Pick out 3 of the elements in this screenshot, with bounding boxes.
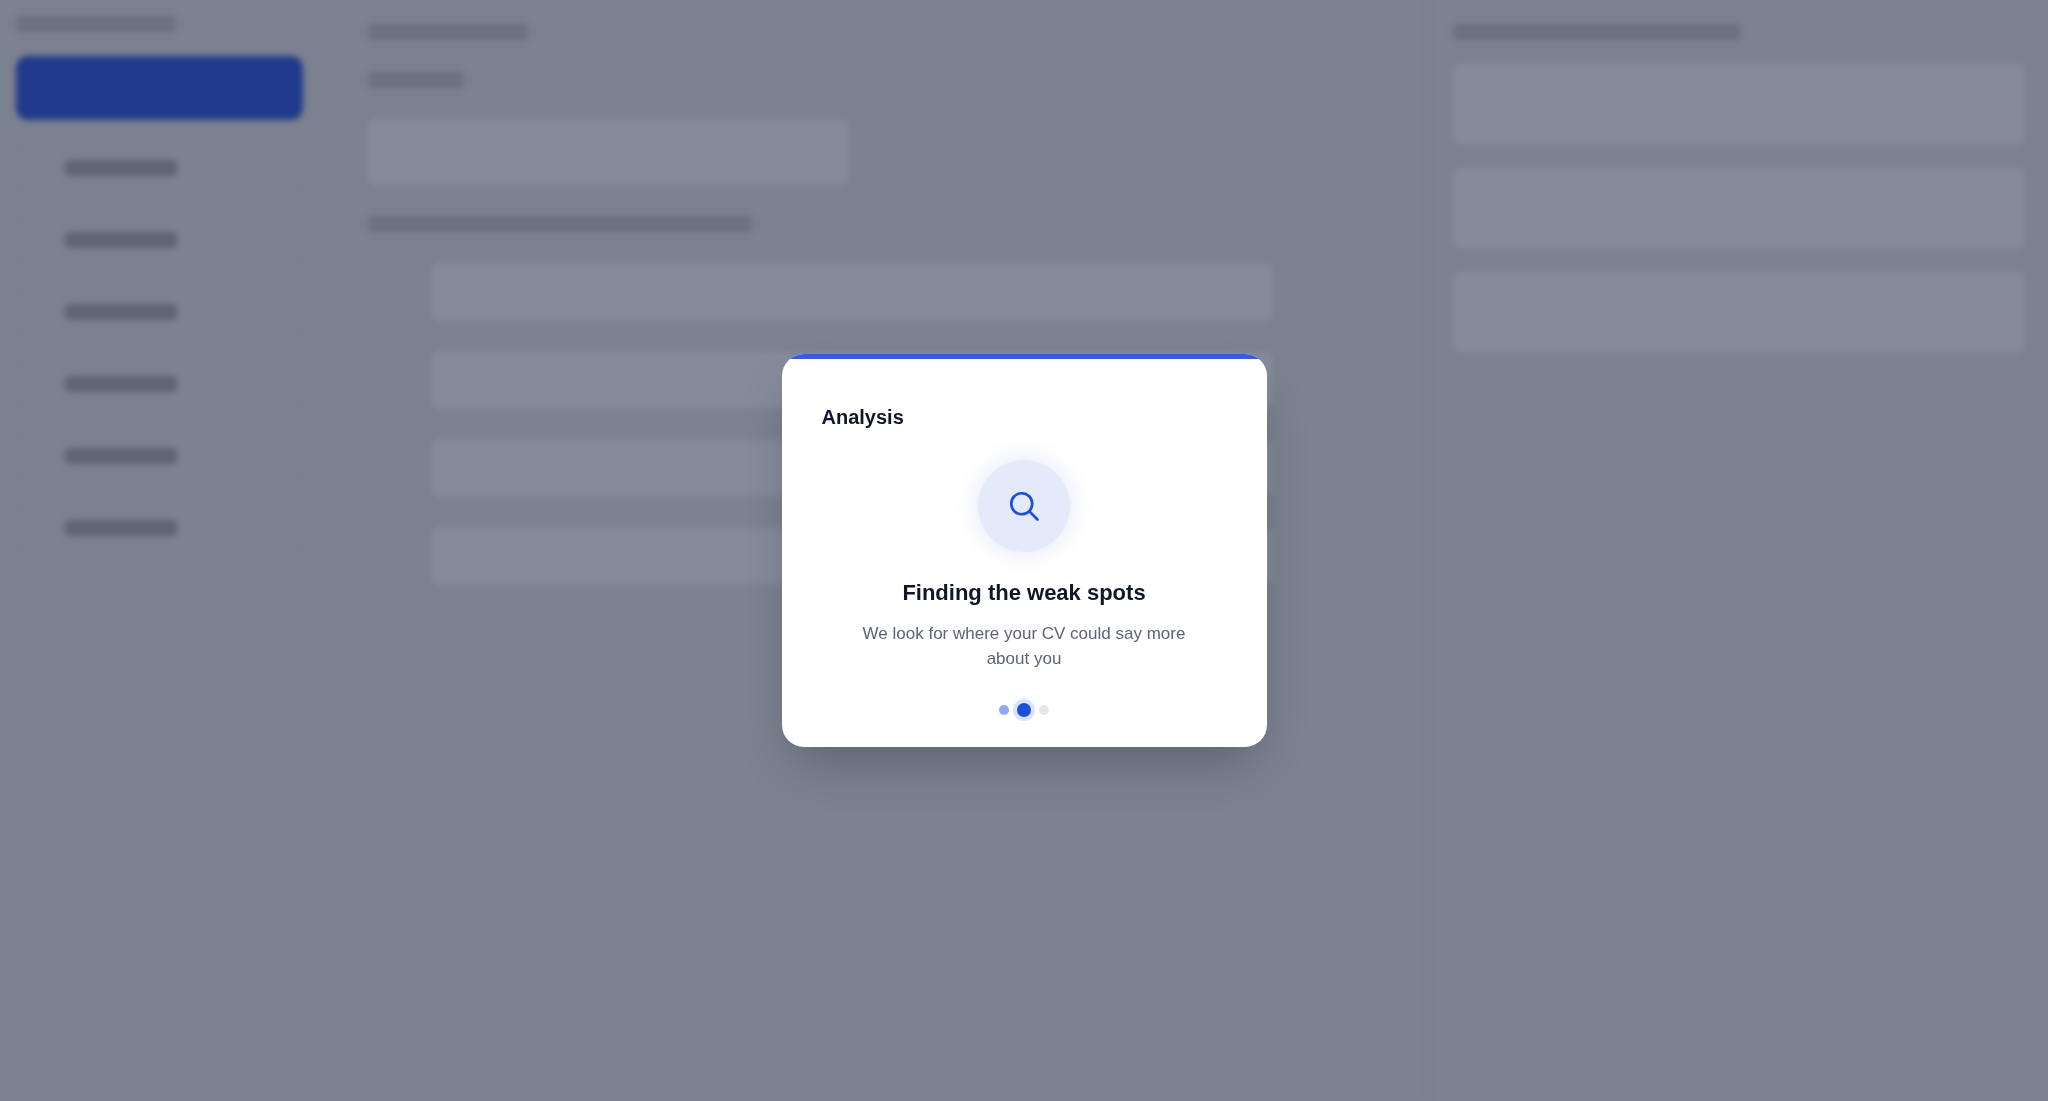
dialog-title: Analysis [821,405,904,430]
dialog-heading: Finding the weak spots [902,579,1146,607]
dialog-description: We look for where your CV could say more about you [861,623,1187,670]
